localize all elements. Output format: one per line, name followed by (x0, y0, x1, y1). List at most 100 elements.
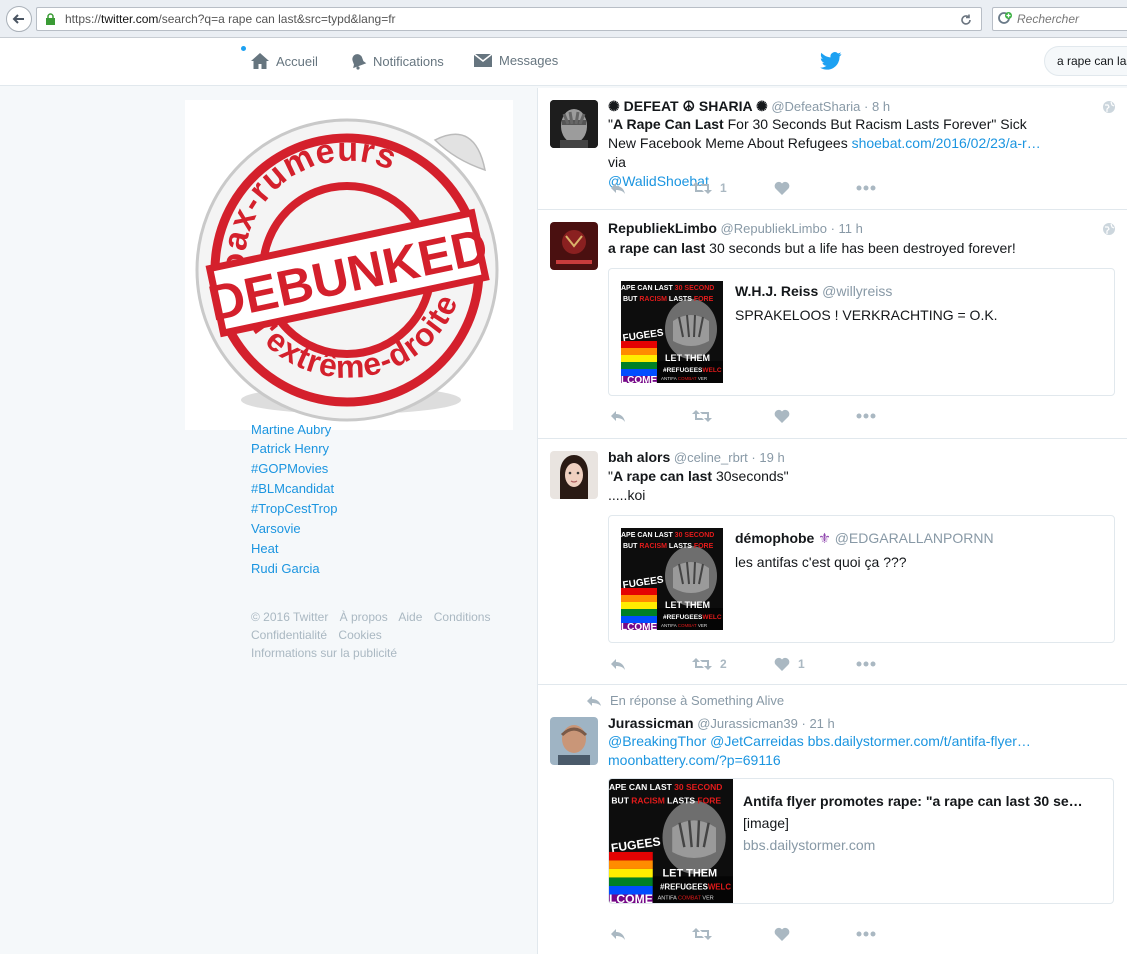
avatar[interactable] (550, 717, 598, 765)
trend-item[interactable]: #TropCestTrop (251, 499, 337, 519)
meme-line-1: APE CAN LAST 30 SECOND (621, 532, 714, 539)
quoted-tweet-text: SPRAKELOOS ! VERKRACHTING = O.K. (735, 307, 998, 323)
trend-item[interactable]: Patrick Henry (251, 439, 337, 459)
back-button[interactable] (6, 6, 32, 32)
tweet-author-name[interactable]: RepubliekLimbo (608, 220, 717, 236)
footer-link-cookies[interactable]: Cookies (338, 628, 381, 642)
tweet-timestamp-separator: · (830, 221, 835, 236)
more-button[interactable] (856, 413, 938, 419)
more-dots-icon (856, 413, 876, 419)
retweet-button[interactable] (692, 927, 774, 941)
footer-links: © 2016 Twitter À propos Aide Conditions … (251, 608, 511, 662)
trend-item[interactable]: #BLMcandidat (251, 479, 337, 499)
footer-link-help[interactable]: Aide (398, 610, 422, 624)
reply-button[interactable] (610, 409, 692, 423)
meme-graphic: APE CAN LAST 30 SECOND BUT RACISM LASTS F… (609, 779, 733, 903)
tweet-author-handle[interactable]: @RepubliekLimbo (721, 221, 827, 236)
avatar[interactable] (550, 451, 598, 499)
retweet-button[interactable]: 1 (692, 181, 774, 195)
reply-context-text[interactable]: En réponse à Something Alive (610, 693, 784, 708)
meme-antifa-text: ANTIFA COMBAT VER (658, 895, 714, 901)
nav-notifications[interactable]: Notifications (349, 52, 444, 70)
tweet-text-body: 30 seconds but a life has been destroyed… (705, 240, 1016, 256)
tweet-author-name[interactable]: ✺ DEFEAT ☮ SHARIA ✺ (608, 98, 768, 114)
tweet-link[interactable]: shoebat.com/2016/02/23/a-r… (852, 135, 1041, 151)
retweet-icon (692, 182, 712, 194)
more-button[interactable] (856, 661, 938, 667)
reply-button[interactable] (610, 927, 692, 941)
search-engine-icon (998, 12, 1012, 24)
nav-messages[interactable]: Messages (473, 52, 558, 68)
meme-welcome-text: LCOME (621, 375, 657, 383)
tweet-author-handle[interactable]: @DefeatSharia (771, 99, 860, 114)
nav-home[interactable]: Accueil (250, 52, 318, 70)
tweet-header: bah alors @celine_rbrt · 19 h (608, 449, 785, 465)
trends-list: Martine Aubry Patrick Henry #GOPMovies #… (251, 425, 337, 579)
reply-icon (611, 411, 625, 422)
quoted-tweet[interactable]: APE CAN LAST 30 SECOND BUT RACISM LASTS F… (608, 268, 1115, 396)
tweet-author-name[interactable]: Jurassicman (608, 715, 694, 731)
link-card[interactable]: APE CAN LAST 30 SECOND BUT RACISM LASTS F… (608, 778, 1114, 904)
more-button[interactable] (856, 185, 938, 191)
like-button[interactable] (774, 927, 856, 941)
like-button[interactable] (774, 409, 856, 423)
like-button[interactable]: 1 (774, 657, 856, 671)
trend-item[interactable]: #GOPMovies (251, 459, 337, 479)
quoted-tweet[interactable]: APE CAN LAST 30 SECOND BUT RACISM LASTS F… (608, 515, 1115, 643)
address-bar[interactable]: https://twitter.com/search?q=a rape can … (36, 7, 982, 31)
retweet-button[interactable]: 2 (692, 657, 774, 671)
tweet-timestamp[interactable]: 19 h (759, 450, 784, 465)
retweet-button[interactable] (692, 409, 774, 423)
tweet-link[interactable]: bbs.dailystormer.com/t/antifa-flyer… (808, 733, 1031, 749)
quoted-author-name[interactable]: démophobe (735, 530, 814, 546)
browser-search-field[interactable]: Rechercher (992, 7, 1127, 31)
more-button[interactable] (856, 931, 938, 937)
twitter-bird-icon[interactable] (820, 52, 842, 70)
avatar[interactable] (550, 100, 598, 148)
footer-link-terms[interactable]: Conditions (434, 610, 491, 624)
tweet-actions (610, 409, 938, 423)
tweet-mention[interactable]: @JetCarreidas (710, 733, 804, 749)
tweet-author-name[interactable]: bah alors (608, 449, 670, 465)
tweet-timestamp[interactable]: 8 h (872, 99, 890, 114)
tweet[interactable]: RepubliekLimbo @RepubliekLimbo · 11 h a … (538, 210, 1127, 439)
tweet-text-via: via (608, 154, 626, 170)
tweet-author-handle[interactable]: @Jurassicman39 (697, 716, 798, 731)
quoted-author-name[interactable]: W.H.J. Reiss (735, 283, 818, 299)
avatar[interactable] (550, 222, 598, 270)
trend-item[interactable]: Varsovie (251, 519, 337, 539)
footer-link-ads-info[interactable]: Informations sur la publicité (251, 646, 397, 660)
hand-shape (673, 562, 709, 593)
tweet-text: "A rape can last 30seconds" .....koi (608, 467, 1058, 505)
tweet-text: a rape can last 30 seconds but a life ha… (608, 239, 1058, 258)
rainbow-stripe (621, 595, 657, 602)
tweet[interactable]: En réponse à Something Alive Jurassicman… (538, 685, 1127, 954)
tweet-link[interactable]: moonbattery.com/?p=69116 (608, 752, 781, 768)
tweet-timestamp[interactable]: 11 h (839, 221, 863, 236)
reply-button[interactable] (610, 181, 692, 195)
twitter-search-input[interactable]: a rape can last (1044, 46, 1127, 76)
footer-link-privacy[interactable]: Confidentialité (251, 628, 327, 642)
rainbow-stripe (621, 355, 657, 362)
footer-link-about[interactable]: À propos (340, 610, 388, 624)
trend-item[interactable]: Rudi Garcia (251, 559, 337, 579)
footer-copyright: © 2016 Twitter (251, 610, 329, 624)
reload-icon[interactable] (957, 11, 975, 29)
trend-item[interactable]: Heat (251, 539, 337, 559)
meme-image: APE CAN LAST 30 SECOND BUT RACISM LASTS F… (621, 528, 723, 630)
tweet-mention[interactable]: @BreakingThor (608, 733, 706, 749)
tweet-timestamp[interactable]: 21 h (809, 716, 834, 731)
tweet-timestamp-separator: · (801, 716, 806, 731)
quoted-author-handle[interactable]: @EDGARALLANPORNN (835, 530, 994, 546)
reply-button[interactable] (610, 657, 692, 671)
tweet-author-handle[interactable]: @celine_rbrt (674, 450, 748, 465)
hand-shape (672, 820, 716, 859)
quoted-tweet-header: W.H.J. Reiss @willyreiss (735, 283, 892, 299)
tweet[interactable]: ✺ DEFEAT ☮ SHARIA ✺ @DefeatSharia · 8 h … (538, 88, 1127, 210)
tweet[interactable]: bah alors @celine_rbrt · 19 h "A rape ca… (538, 439, 1127, 685)
like-button[interactable] (774, 181, 856, 195)
quoted-author-handle[interactable]: @willyreiss (822, 283, 892, 299)
trend-item[interactable]: Martine Aubry (251, 425, 337, 439)
rainbow-stripe (609, 868, 653, 878)
tweet-text-highlight: A rape can last (612, 468, 713, 484)
